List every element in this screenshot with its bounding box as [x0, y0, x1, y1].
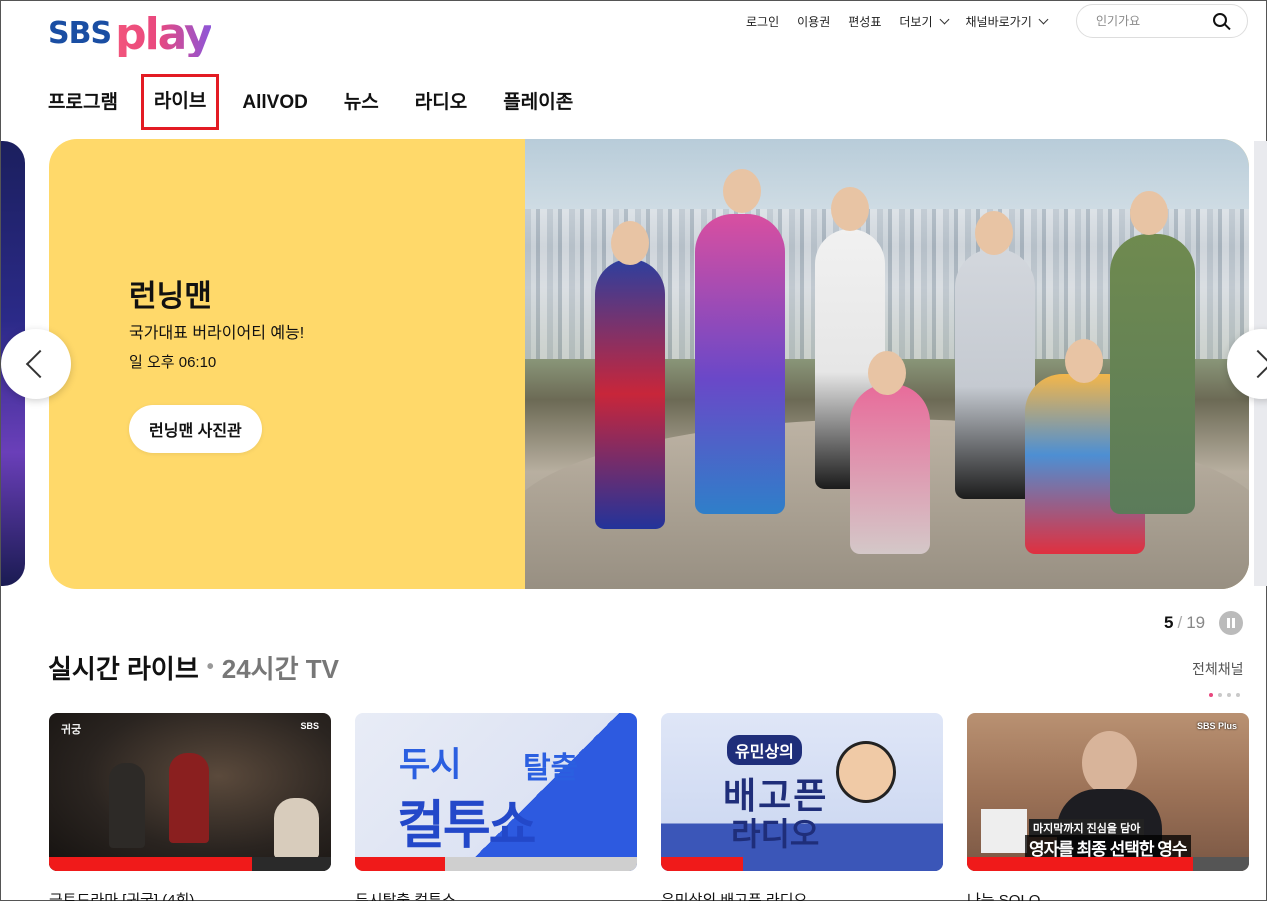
carousel-prev-button[interactable] [1, 329, 71, 399]
thumb-text-line3: 라디오 [731, 816, 820, 852]
schedule-link[interactable]: 편성표 [848, 13, 881, 30]
chevron-down-icon [1038, 14, 1049, 24]
progress-bar [661, 857, 943, 871]
section-page-dots [1209, 693, 1245, 697]
live-thumbnail[interactable]: 귀궁 SBS [49, 713, 331, 871]
banner-image [525, 139, 1249, 589]
logo-sbs-text: SBS [48, 16, 112, 51]
tab-allvod[interactable]: AllVOD [242, 89, 307, 139]
progress-bar [355, 857, 637, 871]
progress-fill [49, 857, 253, 871]
login-link[interactable]: 로그인 [746, 13, 779, 30]
logo-play-text: play [115, 9, 213, 60]
cast-figure [595, 259, 665, 529]
pager-current: 5 [1164, 613, 1174, 632]
section-subtitle[interactable]: 24시간 TV [222, 649, 339, 686]
live-card-title[interactable]: 유민상의 배고픈 라디오 [661, 889, 943, 901]
banner-info-panel: 런닝맨 국가대표 버라이어티 예능! 일 오후 06:10 런닝맨 사진관 [49, 139, 525, 589]
thumb-text-line1: 두시 [399, 746, 462, 784]
live-section-title: 실시간 라이브 • 24시간 TV [48, 649, 339, 686]
section-title-dot: • [206, 656, 214, 678]
live-card-title[interactable]: 금토드라마 [귀궁] (4회) [49, 889, 331, 901]
live-card[interactable]: 유민상의 배고픈 라디오 유민상의 배고픈 라디오 [661, 713, 943, 901]
thumb-text-line2: 탈출 [523, 752, 579, 785]
section-title-main: 실시간 라이브 [48, 654, 199, 684]
tab-playzone[interactable]: 플레이존 [503, 89, 573, 139]
progress-bar [967, 857, 1249, 871]
progress-fill [661, 857, 743, 871]
main-navigation: 프로그램 라이브 AllVOD 뉴스 라디오 플레이존 [48, 74, 609, 139]
live-thumbnail[interactable]: 유민상의 배고픈 라디오 [661, 713, 943, 871]
subscription-link[interactable]: 이용권 [797, 13, 830, 30]
more-menu-label: 더보기 [899, 14, 933, 29]
pause-icon[interactable] [1219, 611, 1244, 635]
progress-bar [49, 857, 331, 871]
live-card[interactable]: SBS Plus 마지막까지 진심을 담아 영자를 최종 선택한 영수 나는 S… [967, 713, 1249, 901]
tab-radio[interactable]: 라디오 [415, 89, 467, 139]
live-card-title[interactable]: 두시탈출 컬투쇼 [355, 889, 637, 901]
cast-head [868, 351, 906, 395]
page-dot[interactable] [1236, 693, 1240, 697]
figure-shape [274, 798, 319, 858]
chevron-left-icon [25, 349, 55, 379]
live-thumbnail[interactable]: SBS Plus 마지막까지 진심을 담아 영자를 최종 선택한 영수 [967, 713, 1249, 871]
page-dot[interactable] [1218, 693, 1222, 697]
progress-fill [967, 857, 1193, 871]
search-input[interactable] [1096, 14, 1216, 28]
figure-shape [109, 763, 145, 848]
all-channels-link[interactable]: 전체채널 [1192, 659, 1244, 679]
character-face [836, 741, 896, 803]
tab-news[interactable]: 뉴스 [344, 89, 379, 139]
more-menu[interactable]: 더보기 [899, 13, 949, 30]
chevron-right-icon [1243, 349, 1267, 379]
cast-head [611, 221, 649, 265]
utility-menu: 로그인 이용권 편성표 더보기 채널바로가기 [746, 13, 1065, 29]
live-card-list: 귀궁 SBS 금토드라마 [귀궁] (4회) 두시 탈출 컬투쇼 두시탈출 컬투… [49, 713, 1249, 901]
channel-badge: SBS Plus [1196, 721, 1237, 731]
cast-head [1130, 191, 1168, 235]
channel-shortcut-menu[interactable]: 채널바로가기 [965, 13, 1049, 30]
banner-title: 런닝맨 [129, 280, 212, 313]
sbs-play-logo[interactable]: SBS play [48, 7, 213, 60]
page-dot[interactable] [1209, 693, 1213, 697]
cast-figure [1110, 234, 1195, 514]
live-card[interactable]: 귀궁 SBS 금토드라마 [귀궁] (4회) [49, 713, 331, 901]
live-card-title[interactable]: 나는 SOLO [967, 889, 1249, 901]
cast-head [723, 169, 761, 213]
hero-banner[interactable]: 런닝맨 국가대표 버라이어티 예능! 일 오후 06:10 런닝맨 사진관 [49, 139, 1249, 589]
carousel-pager: 5 / 19 [1164, 611, 1244, 635]
banner-schedule: 일 오후 06:10 [129, 354, 217, 371]
cast-head [831, 187, 869, 231]
chevron-down-icon [939, 14, 949, 24]
search-icon[interactable] [1213, 13, 1227, 27]
cast-figure [955, 249, 1035, 499]
cast-head [1065, 339, 1103, 383]
inset-photo [981, 809, 1027, 853]
cast-figure [695, 214, 785, 514]
channel-badge: SBS [300, 721, 319, 731]
figure-head [1082, 731, 1137, 795]
tab-live[interactable]: 라이브 [140, 74, 220, 130]
cast-head [975, 211, 1013, 255]
tab-program[interactable]: 프로그램 [48, 89, 118, 139]
live-card[interactable]: 두시 탈출 컬투쇼 두시탈출 컬투쇼 [355, 713, 637, 901]
channel-shortcut-label: 채널바로가기 [965, 14, 1032, 29]
thumb-logo-text: 귀궁 [61, 724, 82, 736]
figure-shape [169, 753, 209, 843]
progress-fill [355, 857, 446, 871]
search-box [1076, 4, 1248, 38]
thumb-text-line1: 유민상의 [727, 735, 802, 765]
banner-description: 국가대표 버라이어티 예능! [129, 325, 305, 342]
cast-figure [850, 384, 930, 554]
page-dot[interactable] [1227, 693, 1231, 697]
banner-photo-button[interactable]: 런닝맨 사진관 [129, 405, 262, 453]
thumb-text-line3: 컬투쇼 [397, 797, 537, 855]
pager-separator: / [1177, 613, 1183, 632]
pager-total: 19 [1186, 613, 1206, 632]
live-thumbnail[interactable]: 두시 탈출 컬투쇼 [355, 713, 637, 871]
